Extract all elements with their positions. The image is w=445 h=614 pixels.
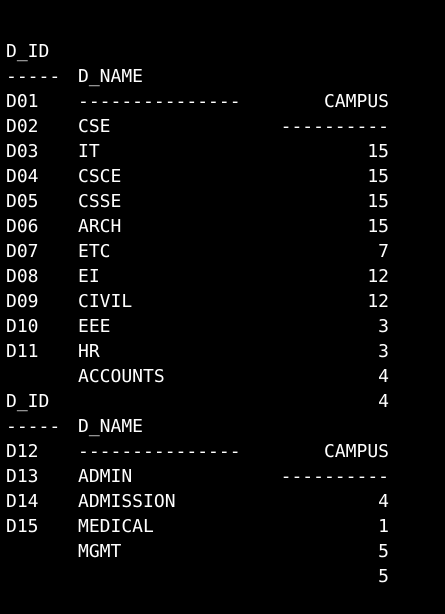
table-row: D12 ADMIN 4 [6,414,436,512]
cell-d-name: MGMT [78,541,122,562]
table-row: D02 IT 15 [6,89,436,187]
table-row: D06 ETC 12 [6,189,436,287]
table-row: D07 EI 12 [6,214,436,312]
table-row: D05 ARCH 7 [6,164,436,262]
table-row: D04 CSSE 15 [6,139,436,237]
cell-d-id: D11 [6,341,39,362]
table-row: D08 CIVIL 3 [6,239,436,337]
cell-d-name: MEDICAL [78,516,154,537]
result-set: D_ID D_NAME CAMPUS ----- ---------------… [6,364,436,587]
separator-row: ----- --------------- ---------- [6,389,436,487]
table-row: D01 CSE 15 [6,64,436,162]
column-header-row: D_ID D_NAME CAMPUS [6,364,436,462]
table-row: D10 HR 4 [6,289,436,387]
cell-d-id: D15 [6,516,39,537]
table-row: D15 MGMT 5 [6,489,436,587]
cell-campus: 5 [378,566,389,587]
result-set: D_ID D_NAME CAMPUS ----- ---------------… [6,14,436,412]
table-row: D13 ADMISSION 1 [6,439,436,537]
table-row: D03 CSCE 15 [6,114,436,212]
table-row: D11 ACCOUNTS 4 [6,314,436,412]
console-output: D_ID D_NAME CAMPUS ----- ---------------… [6,14,436,587]
column-header-row: D_ID D_NAME CAMPUS [6,14,436,112]
separator-row: ----- --------------- ---------- [6,39,436,137]
table-row: D14 MEDICAL 5 [6,464,436,562]
cell-d-name: HR [78,341,100,362]
table-row: D09 EEE 3 [6,264,436,362]
